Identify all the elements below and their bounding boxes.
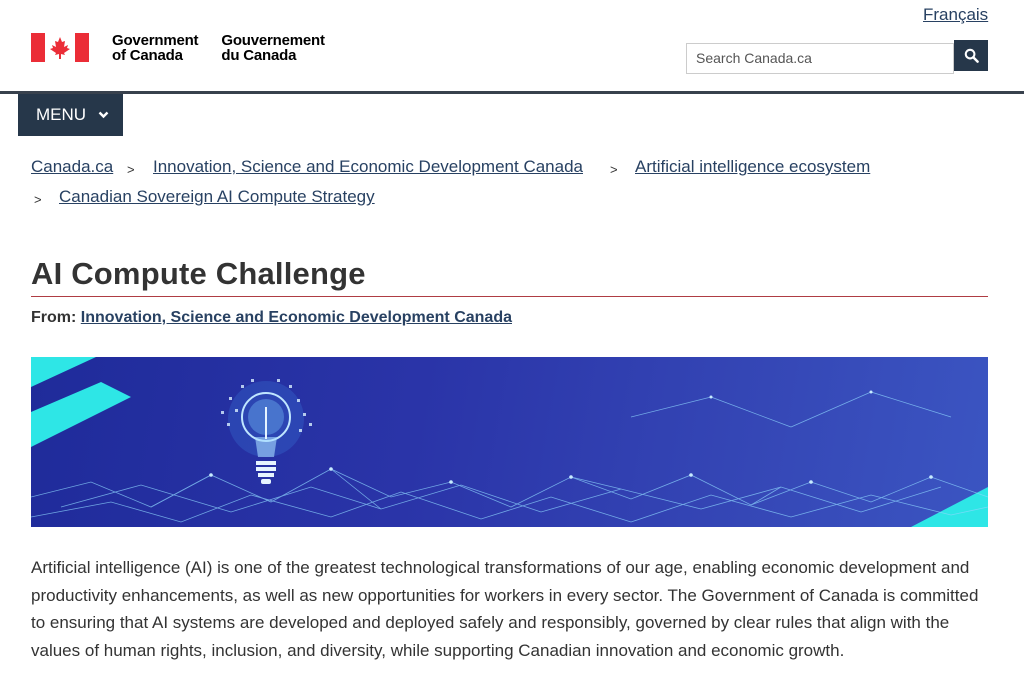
header-divider bbox=[0, 91, 1024, 94]
from-line: From: Innovation, Science and Economic D… bbox=[31, 309, 512, 327]
breadcrumb-separator: > bbox=[610, 162, 618, 177]
wordmark-english: Government of Canada bbox=[112, 32, 199, 64]
ai-lightbulb-illustration bbox=[31, 357, 988, 527]
search-input[interactable]: Search Canada.ca bbox=[686, 43, 954, 74]
wordmark-en-line2: of Canada bbox=[112, 47, 183, 64]
breadcrumb-separator: > bbox=[34, 192, 42, 207]
chevron-down-icon bbox=[98, 111, 109, 119]
menu-button[interactable]: MENU bbox=[18, 94, 123, 136]
lightbulb-icon bbox=[221, 379, 312, 484]
menu-label: MENU bbox=[36, 105, 87, 124]
from-label: From: bbox=[31, 309, 77, 326]
breadcrumb-separator: > bbox=[127, 162, 135, 177]
breadcrumb-link-ised[interactable]: Innovation, Science and Economic Develop… bbox=[153, 157, 583, 176]
search-button[interactable] bbox=[954, 40, 988, 71]
canada-flag-icon bbox=[31, 33, 89, 62]
breadcrumb-link-compute-strategy[interactable]: Canadian Sovereign AI Compute Strategy bbox=[59, 187, 375, 206]
breadcrumb-link-ai-ecosystem[interactable]: Artificial intelligence ecosystem bbox=[635, 157, 870, 176]
wordmark-french: Gouvernement du Canada bbox=[221, 32, 325, 64]
wordmark: Government of Canada Gouvernement du Can… bbox=[112, 33, 325, 63]
hero-banner-image bbox=[31, 357, 988, 527]
page-title: AI Compute Challenge bbox=[31, 256, 366, 291]
wordmark-en-line1: Government bbox=[112, 32, 199, 49]
title-underline bbox=[31, 296, 988, 297]
from-org-link[interactable]: Innovation, Science and Economic Develop… bbox=[81, 309, 512, 326]
government-of-canada-signature[interactable]: Government of Canada Gouvernement du Can… bbox=[31, 33, 325, 63]
breadcrumb-link-canada[interactable]: Canada.ca bbox=[31, 157, 113, 176]
language-toggle-link[interactable]: Français bbox=[923, 5, 988, 25]
wordmark-fr-line2: du Canada bbox=[221, 47, 297, 64]
search-icon bbox=[964, 48, 979, 63]
wordmark-fr-line1: Gouvernement bbox=[221, 32, 325, 49]
intro-paragraph: Artificial intelligence (AI) is one of t… bbox=[31, 558, 979, 660]
